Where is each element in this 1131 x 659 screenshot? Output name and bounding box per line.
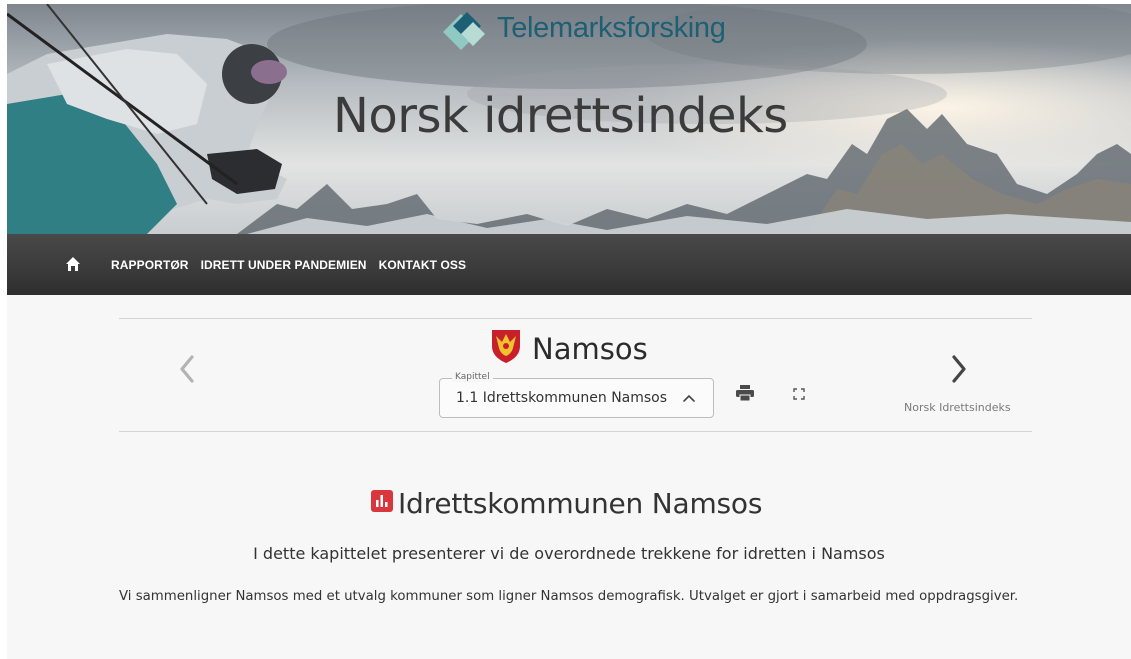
municipality-header: Namsos xyxy=(490,328,648,369)
telemarksforsking-logo[interactable]: Telemarksforsking xyxy=(439,6,726,50)
home-icon[interactable] xyxy=(65,256,81,272)
fullscreen-icon[interactable] xyxy=(793,387,805,405)
logo-text: Telemarksforsking xyxy=(497,11,726,44)
page: Telemarksforsking Norsk idrettsindeks RA… xyxy=(7,4,1131,659)
chapter-select[interactable]: Kapittel 1.1 Idrettskommunen Namsos xyxy=(439,372,714,418)
chevron-left-icon[interactable] xyxy=(179,355,195,388)
next-chapter-label[interactable]: Norsk Idrettsindeks xyxy=(904,401,1011,414)
chapter-heading: Idrettskommunen Namsos xyxy=(371,487,762,520)
nav-item-kontakt-oss[interactable]: KONTAKT OSS xyxy=(379,258,467,272)
chapter-heading-text: Idrettskommunen Namsos xyxy=(398,487,763,520)
site-title: Norsk idrettsindeks xyxy=(333,88,788,144)
nav-item-idrett-under-pandemien[interactable]: IDRETT UNDER PANDEMIEN xyxy=(201,258,367,272)
chevron-up-icon xyxy=(682,392,696,411)
chevron-right-icon[interactable] xyxy=(951,355,967,388)
municipality-name: Namsos xyxy=(532,331,648,366)
chapter-intro-paragraph: Vi sammenligner Namsos med et utvalg kom… xyxy=(119,589,1019,604)
hero-banner: Telemarksforsking Norsk idrettsindeks xyxy=(7,4,1131,234)
print-icon[interactable] xyxy=(736,385,754,406)
chapter-select-label: Kapittel xyxy=(452,372,493,382)
nav-items: RAPPORTØR IDRETT UNDER PANDEMIEN KONTAKT… xyxy=(111,234,466,295)
chapter-select-value: 1.1 Idrettskommunen Namsos xyxy=(456,390,668,406)
chapter-subtitle: I dette kapittelet presenterer vi de ove… xyxy=(253,544,885,563)
main-navigation: RAPPORTØR IDRETT UNDER PANDEMIEN KONTAKT… xyxy=(7,234,1131,295)
coat-of-arms-icon xyxy=(490,328,522,369)
bar-chart-icon xyxy=(371,490,393,517)
nav-item-rapportor[interactable]: RAPPORTØR xyxy=(111,258,189,272)
telemarksforsking-logo-icon xyxy=(443,12,485,50)
chapter-navigation-bar: Namsos Kapittel 1.1 Idrettskommunen Nams… xyxy=(119,318,1032,432)
